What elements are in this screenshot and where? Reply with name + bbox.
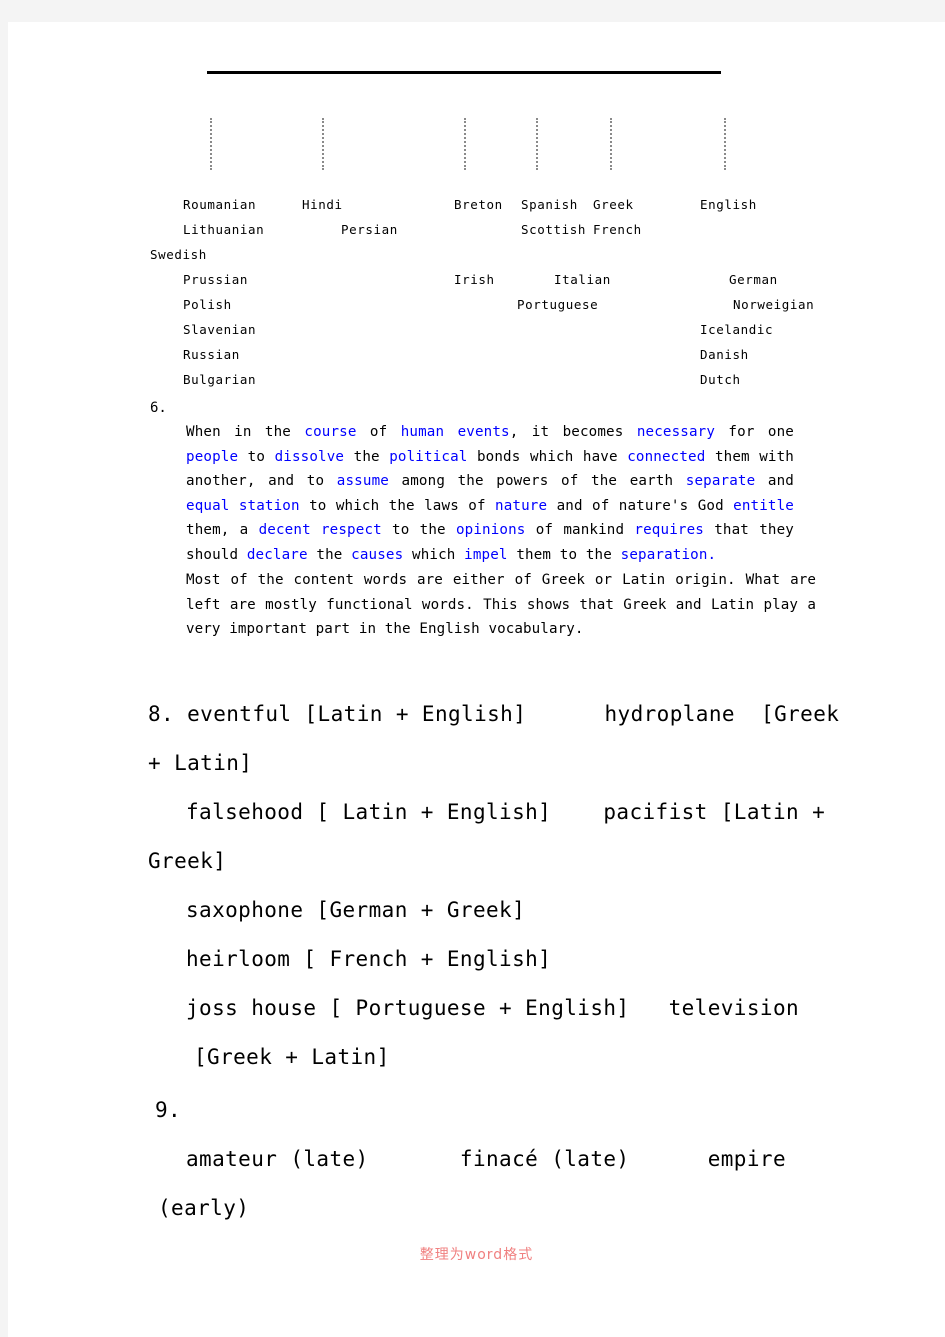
language-label: Lithuanian (183, 222, 265, 237)
branch-hindi (322, 118, 324, 170)
language-label: Spanish (521, 197, 578, 212)
page-watermark: 整理为word格式 (419, 1247, 534, 1263)
highlighted-word: nature (495, 497, 548, 514)
section-6-number: 6. (150, 400, 167, 416)
tree-root-horizontal-line (207, 71, 721, 74)
plain-text: When in the (186, 424, 305, 440)
language-label: Norweigian (733, 297, 815, 312)
section-6-note: Most of the content words are either of … (186, 572, 816, 638)
language-label: Dutch (700, 372, 741, 387)
highlighted-word: requires (634, 522, 704, 539)
language-label: Russian (183, 347, 240, 362)
section-9-line: (early) (158, 1196, 250, 1220)
language-label: Irish (454, 272, 495, 287)
plain-text: the (344, 448, 390, 465)
highlighted-word: dissolve (274, 448, 345, 465)
highlighted-word: declare (246, 546, 308, 563)
branch-english (724, 118, 726, 170)
section-8-line: 8. eventful [Latin + English] hydroplane… (148, 702, 840, 726)
section-9-line: 9. (155, 1098, 182, 1122)
language-label: French (593, 222, 642, 237)
branch-greek (610, 118, 612, 170)
highlighted-word: human events (400, 424, 510, 440)
language-label: Swedish (150, 247, 207, 262)
language-label: Scottish (521, 222, 587, 237)
plain-text: them to the (507, 546, 621, 563)
section-8-line: falsehood [ Latin + English] pacifist [L… (186, 800, 826, 824)
language-label: Prussian (183, 272, 249, 287)
declaration-paragraph: When in the course of human events, it b… (186, 420, 794, 568)
plain-text: the (307, 546, 352, 563)
section-8-line: [Greek + Latin] (194, 1045, 390, 1069)
language-label: Danish (700, 347, 749, 362)
plain-text: , it becomes (509, 424, 637, 440)
section-8-line: + Latin] (148, 751, 253, 775)
section-8-line: saxophone [German + Greek] (186, 898, 526, 922)
section-9-line: amateur (late) finacé (late) empire (186, 1147, 786, 1171)
branch-roumanian (210, 118, 212, 170)
language-label: Slavenian (183, 322, 257, 337)
highlighted-word: people (186, 448, 239, 465)
plain-text: for one (715, 424, 794, 440)
plain-text: to the (381, 522, 456, 539)
highlighted-word: connected (627, 448, 706, 465)
language-label: Persian (341, 222, 398, 237)
plain-text: among the powers of the earth (388, 473, 686, 490)
highlighted-word: causes (351, 546, 404, 563)
language-label: English (700, 197, 757, 212)
language-label: Icelandic (700, 322, 774, 337)
section-8-line: heirloom [ French + English] (186, 947, 552, 971)
language-label: Roumanian (183, 197, 257, 212)
highlighted-word: separate (685, 473, 756, 490)
plain-text: bonds which have (467, 448, 628, 465)
language-label: Italian (554, 272, 611, 287)
document-page: Roumanian Hindi Breton Spanish Greek English L… (8, 22, 945, 1337)
highlighted-word: entitle (733, 497, 794, 514)
highlighted-word: separation. (620, 546, 717, 563)
language-label: German (729, 272, 778, 287)
section-8-line: joss house [ Portuguese + English] telev… (186, 996, 800, 1020)
highlighted-word: decent respect (258, 522, 382, 539)
language-label: Portuguese (517, 297, 599, 312)
plain-text: to which the laws of (299, 497, 496, 514)
highlighted-word: necessary (636, 424, 716, 440)
highlighted-word: opinions (455, 522, 526, 539)
branch-spanish (536, 118, 538, 170)
highlighted-word: assume (336, 473, 389, 490)
language-label: Bulgarian (183, 372, 257, 387)
plain-text: and (755, 473, 794, 490)
section-8-line: Greek] (148, 849, 227, 873)
highlighted-word: political (389, 448, 468, 465)
language-label: Polish (183, 297, 232, 312)
plain-text: them, a (186, 522, 259, 539)
highlighted-word: impel (464, 546, 508, 563)
plain-text: of mankind (525, 522, 635, 539)
branch-breton (464, 118, 466, 170)
language-label: Breton (454, 197, 503, 212)
highlighted-word: course (304, 424, 357, 440)
language-label: Greek (593, 197, 634, 212)
language-label: Hindi (302, 197, 343, 212)
plain-text: which (403, 546, 465, 563)
highlighted-word: equal station (186, 497, 300, 514)
plain-text: and of nature's God (547, 497, 734, 514)
plain-text: of (356, 424, 401, 440)
plain-text: to (238, 448, 275, 465)
